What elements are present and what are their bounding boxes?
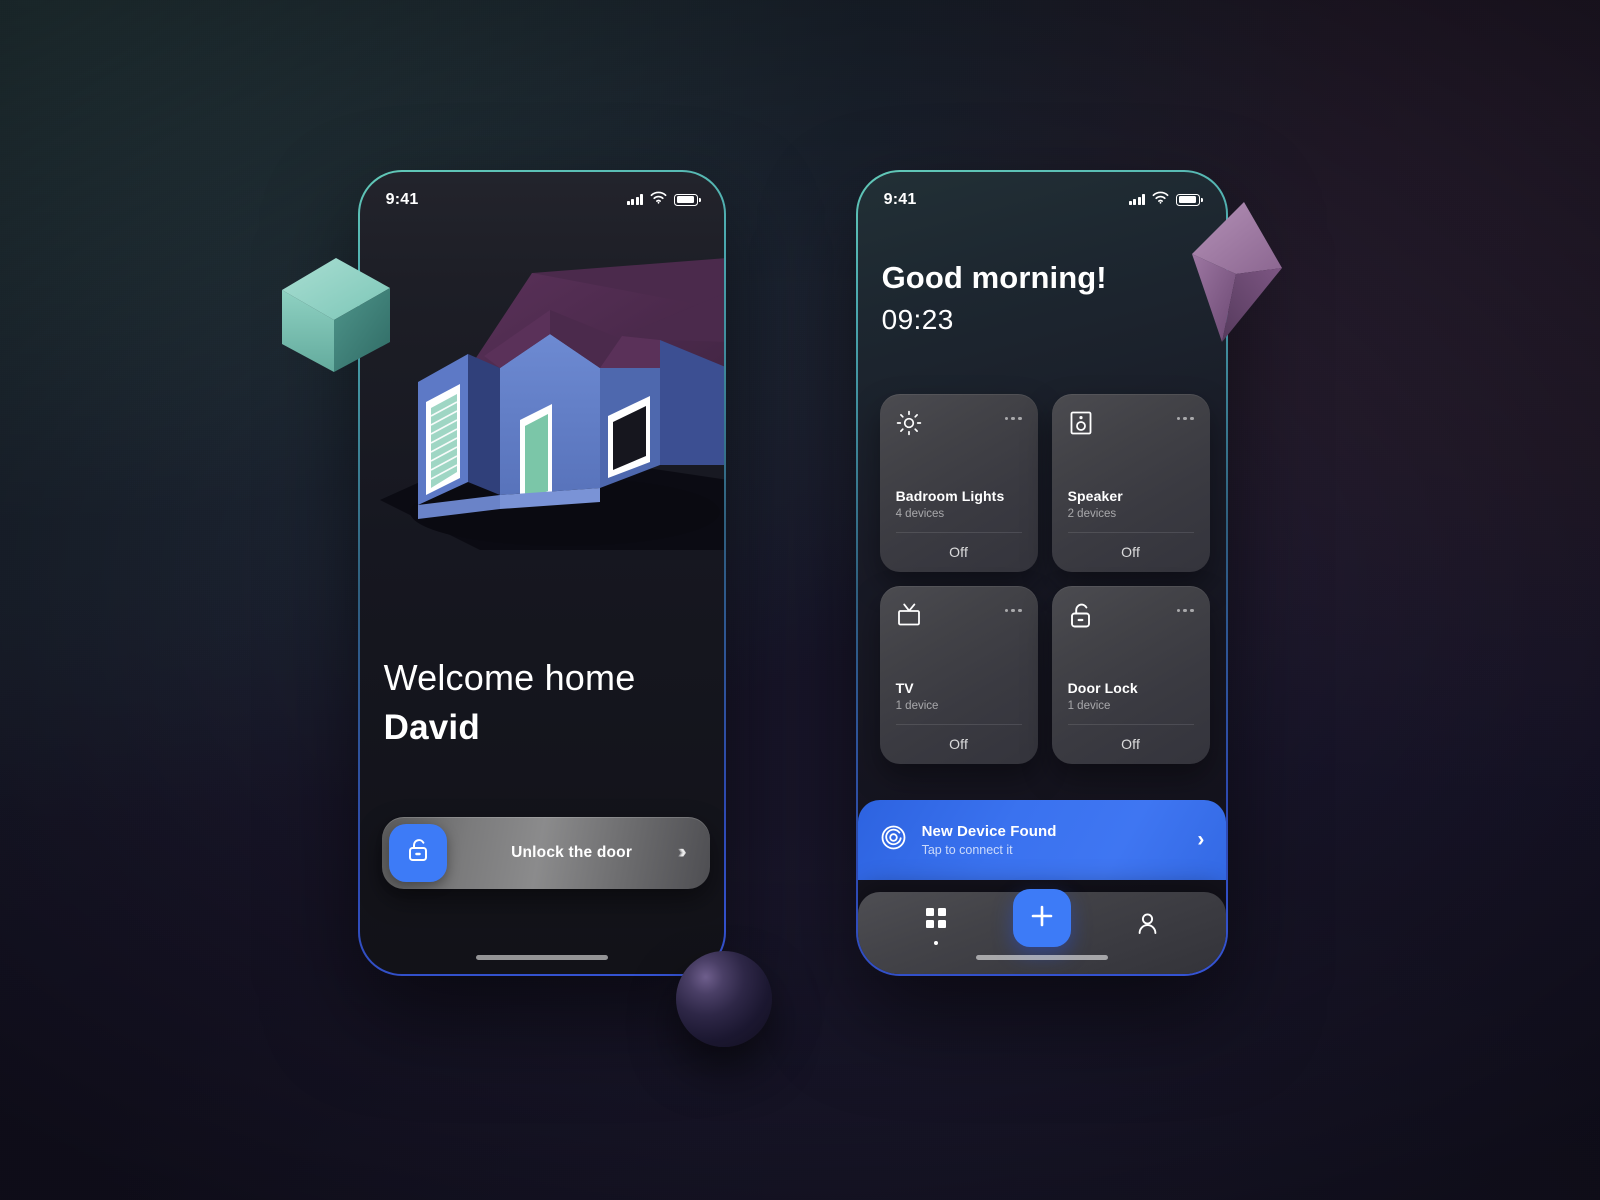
device-card-grid: Badroom Lights 4 devices Off Speaker 2 d…: [879, 393, 1210, 764]
unlock-slider-knob[interactable]: [388, 823, 447, 882]
banner-subtitle: Tap to connect it: [921, 842, 1013, 857]
card-header: [896, 602, 1022, 633]
greeting-text: Good morning!: [881, 259, 1107, 295]
signal-bars-icon: [1128, 194, 1146, 206]
device-card-speaker[interactable]: Speaker 2 devices Off: [1051, 393, 1210, 572]
unlock-padlock-icon: [1068, 602, 1094, 634]
device-card-door-lock[interactable]: Door Lock 1 device Off: [1051, 585, 1210, 764]
welcome-line-1: Welcome home: [383, 656, 636, 698]
card-header: [896, 410, 1022, 441]
bottom-navigation-bar: [857, 889, 1227, 975]
status-bar-right: 9:41: [858, 172, 1227, 228]
plus-icon: [1029, 903, 1055, 934]
unlock-slider-label: Unlock the door: [511, 843, 633, 861]
tv-icon: [896, 602, 922, 633]
card-subtitle: 1 device: [895, 699, 939, 712]
card-title: Badroom Lights: [895, 487, 1005, 504]
more-options-icon[interactable]: [1004, 602, 1022, 612]
phone-left: 9:41 Welcome home David Unlock the door …: [358, 170, 726, 976]
nav-item-dashboard[interactable]: [925, 907, 947, 946]
status-bar-left: 9:41: [360, 172, 725, 228]
teal-cube-3d: [268, 248, 398, 378]
page-background: [0, 0, 1600, 1200]
card-subtitle: 4 devices: [895, 507, 945, 520]
wifi-icon: [1152, 191, 1169, 209]
dark-sphere-3d: [676, 951, 772, 1047]
unlock-padlock-icon: [407, 838, 429, 867]
background-noise-texture: [0, 0, 1600, 1200]
chevron-right-icon[interactable]: ›: [1197, 829, 1204, 850]
isometric-house-illustration: [360, 250, 725, 580]
purple-octahedron-3d: [1178, 196, 1288, 348]
person-profile-icon: [1136, 912, 1159, 940]
card-subtitle: 2 devices: [1067, 507, 1117, 520]
more-options-icon[interactable]: [1004, 410, 1022, 420]
card-subtitle: 1 device: [1067, 699, 1111, 712]
wifi-icon: [650, 191, 667, 209]
brightness-sun-icon: [896, 410, 922, 441]
nav-item-profile[interactable]: [1136, 912, 1159, 940]
greeting-block: Good morning! 09:23: [882, 260, 1107, 336]
more-options-icon[interactable]: [1176, 602, 1194, 612]
welcome-user-name: David: [383, 707, 480, 747]
banner-title: New Device Found: [921, 822, 1057, 840]
chevron-right-icon-3: ›: [680, 841, 687, 863]
current-time: 09:23: [881, 303, 954, 335]
status-icons: [626, 191, 702, 209]
nav-active-indicator: [933, 941, 938, 946]
screen-dashboard: 9:41 Good morning! 09:23 Badroom Lights …: [857, 171, 1227, 975]
new-device-banner[interactable]: New Device Found Tap to connect it ›: [857, 799, 1227, 880]
more-options-icon[interactable]: [1176, 410, 1194, 420]
status-time: 9:41: [385, 190, 419, 208]
device-card-badroom-lights[interactable]: Badroom Lights 4 devices Off: [879, 393, 1038, 572]
card-title: Door Lock: [1067, 679, 1138, 696]
home-indicator-right: [976, 955, 1108, 961]
unlock-door-slider[interactable]: Unlock the door › › ›: [381, 816, 710, 889]
home-indicator-left: [476, 955, 608, 961]
card-title: TV: [895, 679, 914, 696]
phone-right: 9:41 Good morning! 09:23 Badroom Lights …: [856, 170, 1228, 976]
card-header: [1068, 410, 1194, 441]
card-state-toggle[interactable]: Off: [1067, 723, 1194, 764]
device-card-tv[interactable]: TV 1 device Off: [879, 585, 1038, 764]
card-state-toggle[interactable]: Off: [895, 531, 1022, 572]
screen-welcome: 9:41 Welcome home David Unlock the door …: [359, 171, 725, 975]
add-device-button[interactable]: [1012, 889, 1071, 948]
signal-bars-icon: [626, 194, 644, 206]
card-header: [1068, 602, 1194, 634]
card-state-toggle[interactable]: Off: [1067, 531, 1194, 572]
status-time: 9:41: [883, 190, 917, 208]
battery-icon: [674, 193, 702, 206]
banner-text: New Device Found Tap to connect it: [922, 823, 1057, 857]
spiral-radar-icon: [880, 824, 907, 856]
unlock-slider-arrows: › › ›: [678, 841, 687, 864]
card-state-toggle[interactable]: Off: [895, 723, 1022, 764]
welcome-heading: Welcome home David: [384, 657, 636, 748]
speaker-icon: [1068, 410, 1094, 441]
card-title: Speaker: [1067, 487, 1123, 504]
grid-dashboard-icon: [925, 907, 947, 934]
